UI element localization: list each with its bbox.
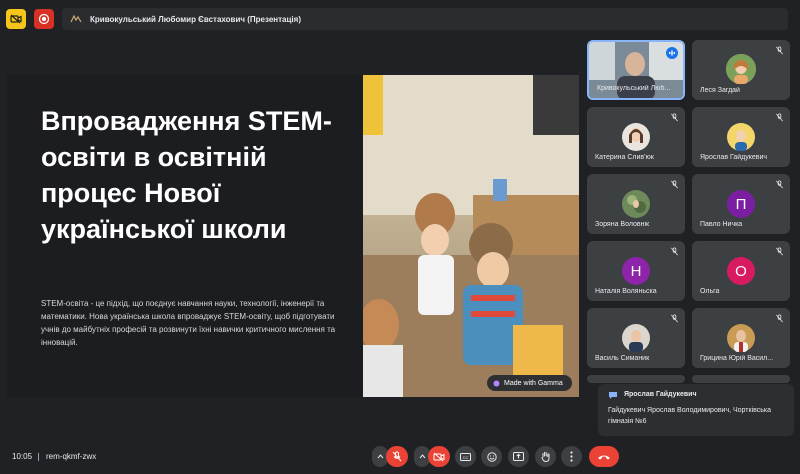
closed-captions-icon: CC: [460, 452, 471, 461]
profile-photo: [622, 324, 650, 352]
mic-off-icon: [671, 113, 678, 122]
bottom-bar: 10:05 rem-qkmf-zwx CC: [0, 440, 800, 474]
raise-hand-button[interactable]: [535, 446, 556, 467]
profile-photo: [727, 123, 755, 151]
avatar: [726, 54, 756, 84]
participant-tile[interactable]: Леся Загдай: [692, 40, 790, 100]
presenter-title: Кривокульський Любомир Євстахович (Презе…: [90, 14, 301, 24]
meeting-time: 10:05: [12, 452, 33, 461]
participant-name: Леся Загдай: [700, 87, 740, 94]
participant-tile[interactable]: Зоряна Воловнік: [587, 174, 685, 234]
microphone-button[interactable]: [386, 446, 408, 467]
slide-text-panel: Впровадження STEM-освіти в освітній проц…: [7, 75, 363, 397]
emoji-icon: [486, 451, 497, 462]
participant-name: Ольга: [700, 288, 720, 295]
hide-self-view-button[interactable]: [6, 9, 26, 29]
present-icon: [70, 14, 82, 24]
avatar: [622, 123, 650, 151]
divider: [38, 453, 39, 461]
gamma-logo-icon: [493, 380, 500, 386]
record-icon: [38, 13, 50, 25]
more-options-button[interactable]: [561, 446, 582, 467]
participant-name: Катерина Слив'юк: [595, 154, 654, 161]
reactions-button[interactable]: [481, 446, 502, 467]
slide-photo: [363, 75, 579, 397]
participant-tile[interactable]: Грицина Юрій Васил...: [692, 308, 790, 368]
meeting-code[interactable]: rem-qkmf-zwx: [46, 452, 96, 461]
hand-icon: [541, 451, 550, 462]
mic-off-icon: [776, 113, 783, 122]
chevron-up-icon: [419, 454, 425, 459]
profile-photo: [726, 54, 756, 84]
captions-button[interactable]: CC: [455, 446, 476, 467]
mic-off-icon: [392, 451, 402, 462]
avatar-initial: П: [727, 190, 755, 218]
chevron-up-icon: [377, 454, 383, 459]
participant-tile[interactable]: О Ольга: [692, 241, 790, 301]
chat-notification[interactable]: Ярослав Гайдукевич Гайдукевич Ярослав Во…: [598, 384, 794, 436]
participant-tile-partial[interactable]: [692, 375, 790, 383]
svg-text:CC: CC: [463, 455, 469, 460]
camera-off-icon: [433, 452, 445, 461]
participant-name: Грицина Юрій Васил...: [700, 355, 774, 362]
gamma-badge[interactable]: Made with Gamma: [487, 375, 572, 391]
participant-name: Зоряна Воловнік: [595, 221, 650, 228]
mic-off-icon: [776, 314, 783, 323]
avatar-initial: О: [727, 257, 755, 285]
mic-off-icon: [776, 180, 783, 189]
participant-name: Ярослав Гайдукевич: [700, 154, 768, 161]
present-now-button[interactable]: [508, 446, 529, 467]
participant-tile[interactable]: П Павло Ничка: [692, 174, 790, 234]
participant-name: Василь Симаник: [595, 355, 650, 362]
presenter-pill[interactable]: Кривокульський Любомир Євстахович (Презе…: [62, 8, 788, 30]
avatar-initial: Н: [622, 257, 650, 285]
camera-off-icon: [10, 14, 22, 24]
gamma-badge-label: Made with Gamma: [504, 379, 563, 387]
profile-photo: [727, 324, 755, 352]
chat-sender: Ярослав Гайдукевич: [624, 391, 697, 398]
participant-name: Кривокульський Люб...: [597, 85, 671, 92]
participant-tile[interactable]: Ярослав Гайдукевич: [692, 107, 790, 167]
participant-tile[interactable]: Кривокульський Люб...: [587, 40, 685, 100]
participant-name: Павло Ничка: [700, 221, 743, 228]
avatar: [622, 324, 650, 352]
avatar: [727, 123, 755, 151]
participant-tile[interactable]: Катерина Слив'юк: [587, 107, 685, 167]
more-vertical-icon: [570, 451, 573, 462]
stop-presenting-button[interactable]: [34, 9, 54, 29]
chat-message: Гайдукевич Ярослав Володимирович, Чорткі…: [608, 407, 772, 425]
avatar: [622, 190, 650, 218]
leave-call-button[interactable]: [589, 446, 619, 467]
participant-name: Наталія Воляньска: [595, 288, 657, 295]
audio-level-icon: [669, 50, 675, 56]
presentation-stage: Впровадження STEM-освіти в освітній проц…: [7, 75, 579, 397]
chat-icon: [609, 392, 617, 399]
participant-tile[interactable]: Н Наталія Воляньска: [587, 241, 685, 301]
slide-title: Впровадження STEM-освіти в освітній проц…: [41, 106, 332, 244]
profile-photo: [622, 123, 650, 151]
mic-off-icon: [776, 46, 783, 55]
mic-off-icon: [671, 314, 678, 323]
top-bar: Кривокульський Любомир Євстахович (Презе…: [0, 0, 800, 38]
mic-off-icon: [776, 247, 783, 256]
present-screen-icon: [513, 452, 524, 461]
speaking-indicator: [666, 47, 678, 59]
participant-tile-partial[interactable]: [587, 375, 685, 383]
avatar: [727, 324, 755, 352]
profile-photo: [622, 190, 650, 218]
participant-tile[interactable]: Василь Симаник: [587, 308, 685, 368]
slide-body: STEM-освіта - це підхід, що поєднує навч…: [41, 299, 336, 347]
mic-off-icon: [671, 180, 678, 189]
classroom-photo: [363, 75, 579, 397]
mic-off-icon: [671, 247, 678, 256]
hang-up-icon: [598, 455, 610, 459]
camera-button[interactable]: [428, 446, 450, 467]
